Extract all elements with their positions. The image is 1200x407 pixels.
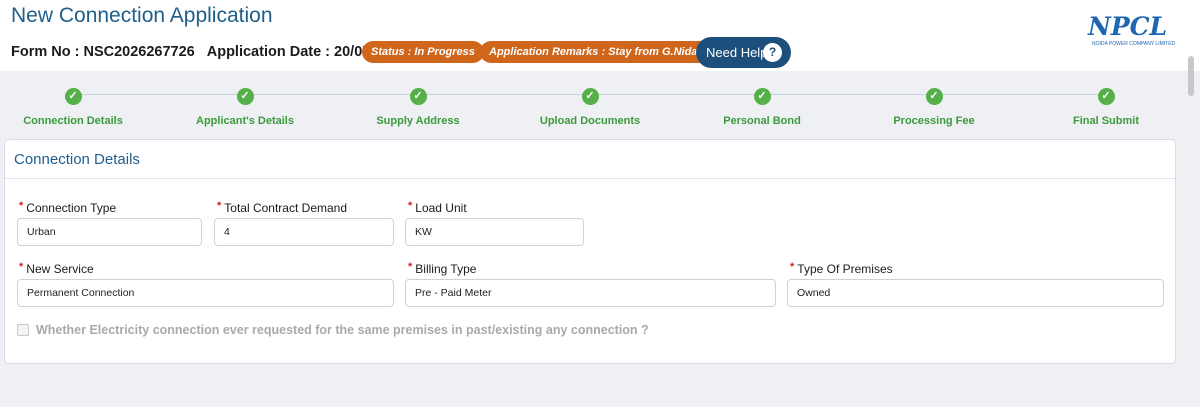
new-service-field[interactable]: Permanent Connection: [17, 279, 394, 307]
billing-type-label: * Billing Type: [408, 261, 477, 276]
total-contract-demand-label: * Total Contract Demand: [217, 200, 348, 215]
progress-stepper: ✓ Connection Details ✓ Applicant's Detai…: [0, 78, 1190, 130]
connection-type-label: * Connection Type: [19, 200, 117, 215]
check-icon: ✓: [925, 88, 943, 105]
step-processing-fee[interactable]: ✓ Processing Fee: [844, 86, 1024, 127]
logo-text: NPCL: [1088, 12, 1168, 41]
divider: [5, 178, 1175, 179]
remarks-badge: Application Remarks : Stay from G.Nida.: [480, 41, 710, 63]
check-icon: ✓: [581, 88, 599, 105]
step-label: Processing Fee: [893, 115, 975, 127]
required-marker: *: [217, 200, 222, 212]
step-label: Connection Details: [23, 115, 123, 127]
check-icon: ✓: [1097, 88, 1115, 105]
required-marker: *: [408, 200, 413, 212]
npcl-logo: NPCL NOIDA POWER COMPANY LIMITED: [1088, 12, 1176, 48]
check-icon: ✓: [64, 88, 82, 105]
required-marker: *: [19, 261, 24, 273]
check-icon: ✓: [409, 88, 427, 105]
step-connection-details[interactable]: ✓ Connection Details: [0, 86, 163, 127]
form-info: Form No : NSC2026267726 Application Date …: [11, 44, 407, 60]
need-help-label: Need Help: [706, 45, 768, 60]
previous-connection-checkbox-label: Whether Electricity connection ever requ…: [36, 323, 649, 337]
section-title: Connection Details: [14, 151, 140, 168]
need-help-button[interactable]: Need Help ?: [696, 37, 791, 68]
billing-type-field[interactable]: Pre - Paid Meter: [405, 279, 776, 307]
total-contract-demand-field[interactable]: 4: [214, 218, 394, 246]
step-label: Supply Address: [376, 115, 460, 127]
required-marker: *: [19, 200, 24, 212]
page-title: New Connection Application: [11, 4, 273, 27]
previous-connection-checkbox[interactable]: [17, 324, 29, 336]
check-icon: ✓: [236, 88, 254, 105]
step-label: Final Submit: [1073, 115, 1139, 127]
step-final-submit[interactable]: ✓ Final Submit: [1016, 86, 1196, 127]
step-supply-address[interactable]: ✓ Supply Address: [328, 86, 508, 127]
load-unit-field[interactable]: KW: [405, 218, 584, 246]
step-personal-bond[interactable]: ✓ Personal Bond: [672, 86, 852, 127]
new-service-label: * New Service: [19, 261, 94, 276]
connection-type-field[interactable]: Urban: [17, 218, 202, 246]
step-label: Upload Documents: [539, 115, 641, 127]
status-badge: Status : In Progress: [362, 41, 484, 63]
step-applicants-details[interactable]: ✓ Applicant's Details: [155, 86, 335, 127]
type-of-premises-field[interactable]: Owned: [787, 279, 1164, 307]
form-number: Form No : NSC2026267726: [11, 44, 195, 60]
required-marker: *: [408, 261, 413, 273]
step-upload-documents[interactable]: ✓ Upload Documents: [500, 86, 680, 127]
header: New Connection Application Form No : NSC…: [0, 0, 1200, 71]
connection-details-card: Connection Details * Connection Type Urba…: [4, 139, 1176, 364]
step-label: Applicant's Details: [196, 115, 294, 127]
load-unit-label: * Load Unit: [408, 200, 467, 215]
type-of-premises-label: * Type Of Premises: [790, 261, 893, 276]
question-icon: ?: [763, 43, 782, 62]
previous-connection-checkbox-row: Whether Electricity connection ever requ…: [17, 323, 649, 337]
check-icon: ✓: [753, 88, 771, 105]
logo-subtext: NOIDA POWER COMPANY LIMITED: [1092, 41, 1176, 47]
required-marker: *: [790, 261, 795, 273]
step-label: Personal Bond: [723, 115, 801, 127]
